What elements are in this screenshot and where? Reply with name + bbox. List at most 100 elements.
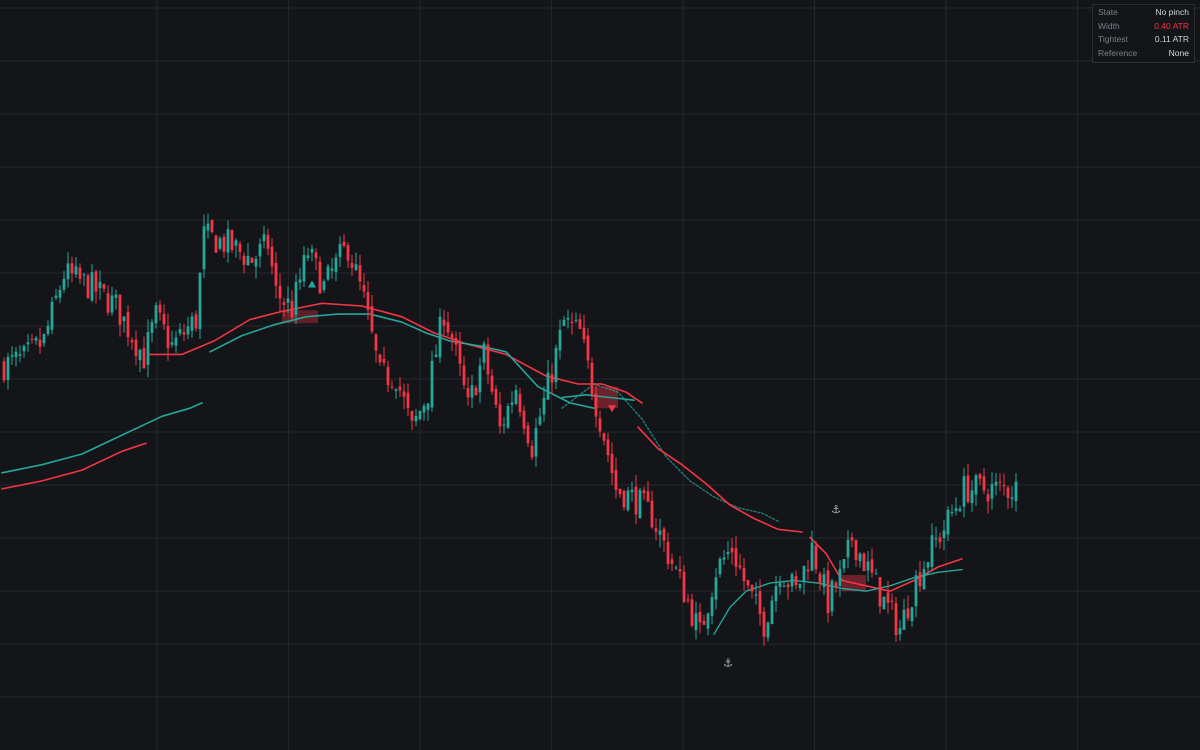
candle-body [314, 252, 318, 259]
candle-body [446, 322, 450, 333]
candle-body [954, 508, 958, 511]
candle-body [494, 389, 498, 405]
candle-body [66, 263, 70, 280]
candle-body [194, 314, 198, 329]
candle-body [698, 611, 702, 623]
candle-body [590, 362, 594, 395]
candle-body [370, 306, 374, 332]
candle-body [950, 511, 954, 514]
candle-body [898, 628, 902, 635]
candle-body [614, 470, 618, 491]
candle-body [566, 317, 570, 320]
candle-body [202, 226, 206, 270]
candle-body [122, 316, 126, 322]
anchor-icon: ⚓ [831, 503, 841, 516]
indicator-line [209, 313, 595, 409]
candle-body [606, 439, 610, 456]
candle-body [134, 339, 138, 357]
candle-body [750, 584, 754, 592]
candle-body [946, 509, 950, 535]
candle-body [878, 577, 882, 607]
candle-body [942, 530, 946, 538]
candle-body [866, 561, 870, 571]
candle-body [210, 220, 214, 233]
reference-label: Reference [1098, 47, 1138, 58]
candle-body [410, 411, 414, 421]
info-row-state: State No pinch [1098, 6, 1189, 20]
candle-body [342, 241, 346, 247]
candle-body [402, 391, 406, 397]
candle-body [358, 265, 362, 282]
info-row-tightest: Tightest 0.11 ATR [1098, 33, 1189, 47]
candle-body [570, 321, 574, 323]
info-row-width: Width 0.40 ATR [1098, 20, 1189, 34]
candle-body [138, 349, 142, 361]
candle-body [230, 230, 234, 250]
candle-body [502, 424, 506, 426]
candle-body [498, 404, 502, 427]
candle-body [666, 541, 670, 564]
candle-body [174, 337, 178, 346]
candle-body [962, 476, 966, 507]
candle-body [814, 545, 818, 570]
candle-body [282, 302, 286, 305]
candle-body [562, 319, 566, 326]
candle-body [626, 490, 630, 510]
candle-body [546, 372, 550, 400]
candle-body [350, 263, 354, 268]
price-chart[interactable]: ⚓⚓ [0, 0, 1200, 750]
candle-body [426, 403, 430, 410]
candle-body [938, 537, 942, 543]
candle-body [462, 365, 466, 385]
candle-body [82, 274, 86, 276]
candle-body [266, 235, 270, 249]
candle-body [94, 271, 98, 292]
candle-body [318, 261, 322, 294]
signal-down-marker [608, 405, 616, 413]
indicator-line [1, 402, 203, 474]
candle-body [118, 294, 122, 325]
candle-body [618, 488, 622, 494]
candle-body [442, 319, 446, 326]
candle-body [506, 406, 510, 428]
candle-body [390, 386, 394, 388]
candle-body [730, 547, 734, 553]
candle-body [98, 281, 102, 289]
candle-body [18, 354, 22, 356]
candle-body [86, 275, 90, 298]
candle-body [982, 476, 986, 491]
candle-body [734, 548, 738, 567]
candle-body [726, 551, 730, 555]
candle-body [826, 570, 830, 614]
candle-body [290, 300, 294, 318]
chart-root[interactable]: ⚓ ⚓ [0, 0, 1200, 750]
candle-body [298, 279, 302, 283]
candle-body [586, 335, 590, 361]
candle-body [434, 354, 438, 358]
candle-body [642, 490, 646, 494]
candle-body [662, 528, 666, 541]
candle-body [310, 248, 314, 253]
candle-body [378, 354, 382, 363]
candle-body [794, 576, 798, 586]
candle-body [714, 577, 718, 600]
candle-body [90, 272, 94, 301]
candle-body [582, 327, 586, 340]
candle-body [574, 319, 578, 321]
candle-body [958, 508, 962, 512]
candle-body [518, 394, 522, 412]
candle-body [302, 255, 306, 282]
candle-body [514, 390, 518, 404]
candle-body [14, 351, 18, 358]
candle-body [854, 539, 858, 561]
candle-body [658, 530, 662, 535]
candle-body [110, 295, 114, 313]
candle-body [322, 281, 326, 290]
candle-body [602, 433, 606, 441]
candle-body [430, 360, 434, 408]
candle-body [422, 405, 426, 413]
candle-body [886, 592, 890, 603]
candle-body [910, 607, 914, 622]
candle-body [490, 375, 494, 392]
candle-body [510, 402, 514, 405]
